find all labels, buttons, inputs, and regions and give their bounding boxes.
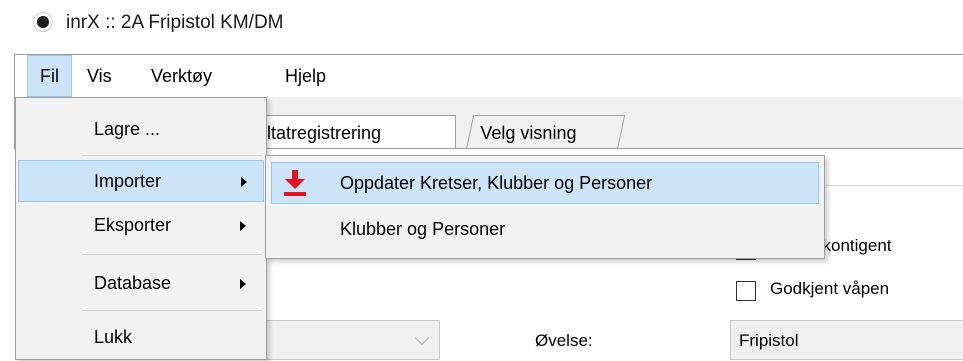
menubar: Fil Vis Verktøy Hjelp <box>15 55 963 97</box>
menu-fil[interactable]: Fil <box>27 55 72 97</box>
menu-separator <box>82 155 262 156</box>
godkjent-vapen-label: Godkjent våpen <box>770 279 890 298</box>
download-arrow-icon <box>284 170 306 196</box>
window-title: inrX :: 2A Fripistol KM/DM <box>66 12 284 33</box>
submenu-item-oppdater[interactable]: Oppdater Kretser, Klubber og Personer <box>271 162 819 204</box>
title-bar: inrX :: 2A Fripistol KM/DM <box>0 0 963 52</box>
menu-hjelp[interactable]: Hjelp <box>273 55 338 97</box>
submenu-item-oppdater-label: Oppdater Kretser, Klubber og Personer <box>340 173 653 193</box>
menu-item-database-label: Database <box>94 273 172 293</box>
ovelse-field[interactable]: Fripistol <box>730 320 963 360</box>
chevron-down-icon <box>414 330 430 346</box>
menu-separator <box>82 310 262 311</box>
ovelse-label: Øvelse: <box>535 331 593 350</box>
menu-item-eksporter-label: Eksporter <box>94 215 172 235</box>
tab-velg-visning-label: Velg visning <box>480 123 577 143</box>
menu-item-database[interactable]: Database <box>18 262 264 304</box>
menu-item-lagre-label: Lagre ... <box>94 119 161 139</box>
submenu-item-klubber[interactable]: Klubber og Personer <box>271 208 819 250</box>
app-icon <box>33 12 53 32</box>
tab-resultatregistrering-label: ltatregistrering <box>267 123 382 143</box>
submenu-item-klubber-label: Klubber og Personer <box>340 219 506 239</box>
menu-item-lagre[interactable]: Lagre ... <box>18 108 264 150</box>
tab-velg-visning[interactable]: Velg visning <box>466 115 626 149</box>
menu-item-importer-label: Importer <box>94 171 162 191</box>
menu-item-eksporter[interactable]: Eksporter <box>18 204 264 246</box>
menu-item-lukk[interactable]: Lukk <box>18 316 264 358</box>
submenu-arrow-icon <box>241 177 247 187</box>
menu-verktoy[interactable]: Verktøy <box>139 55 224 97</box>
submenu-arrow-icon <box>240 221 246 231</box>
submenu-arrow-icon <box>240 279 246 289</box>
menu-item-lukk-label: Lukk <box>94 327 133 347</box>
menu-item-importer[interactable]: Importer <box>18 160 264 202</box>
menu-separator <box>82 254 262 255</box>
godkjent-vapen-checkbox[interactable] <box>736 281 756 301</box>
file-menu-dropdown: Lagre ... Importer Eksporter Database Lu… <box>15 97 267 360</box>
import-submenu: Oppdater Kretser, Klubber og Personer Kl… <box>265 155 825 259</box>
menu-vis[interactable]: Vis <box>75 55 124 97</box>
